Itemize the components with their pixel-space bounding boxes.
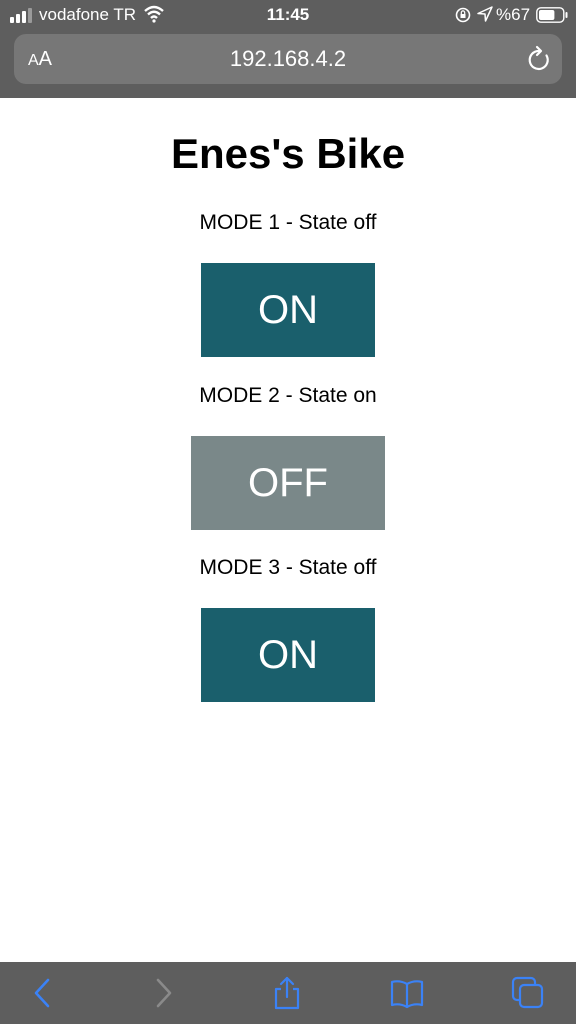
rotation-lock-icon: [455, 7, 471, 23]
bookmarks-icon[interactable]: [390, 976, 424, 1010]
mode-2-label: MODE 2 - State on: [199, 384, 377, 407]
mode-3-label: MODE 3 - State off: [199, 556, 377, 579]
browser-top-chrome: vodafone TR 11:45 %67 AA 192.168.4.2: [0, 0, 576, 98]
browser-toolbar: [0, 962, 576, 1024]
battery-icon: [536, 7, 568, 23]
share-icon[interactable]: [270, 976, 304, 1010]
address-bar[interactable]: AA 192.168.4.2: [14, 34, 562, 84]
url-text[interactable]: 192.168.4.2: [14, 46, 562, 72]
reload-icon[interactable]: [526, 45, 552, 73]
back-icon[interactable]: [26, 976, 60, 1010]
page-content: Enes's Bike MODE 1 - State off ON MODE 2…: [0, 98, 576, 962]
mode-2-toggle-button[interactable]: OFF: [191, 436, 385, 530]
forward-icon[interactable]: [146, 976, 180, 1010]
tabs-icon[interactable]: [511, 976, 545, 1010]
mode-3-toggle-button[interactable]: ON: [201, 608, 375, 702]
status-bar: vodafone TR 11:45 %67: [0, 0, 576, 30]
mode-1-label: MODE 1 - State off: [199, 211, 377, 234]
location-arrow-icon: [477, 6, 493, 22]
battery-percent: %67: [496, 5, 531, 24]
mode-1-toggle-button[interactable]: ON: [201, 263, 375, 357]
page-title: Enes's Bike: [170, 130, 406, 177]
